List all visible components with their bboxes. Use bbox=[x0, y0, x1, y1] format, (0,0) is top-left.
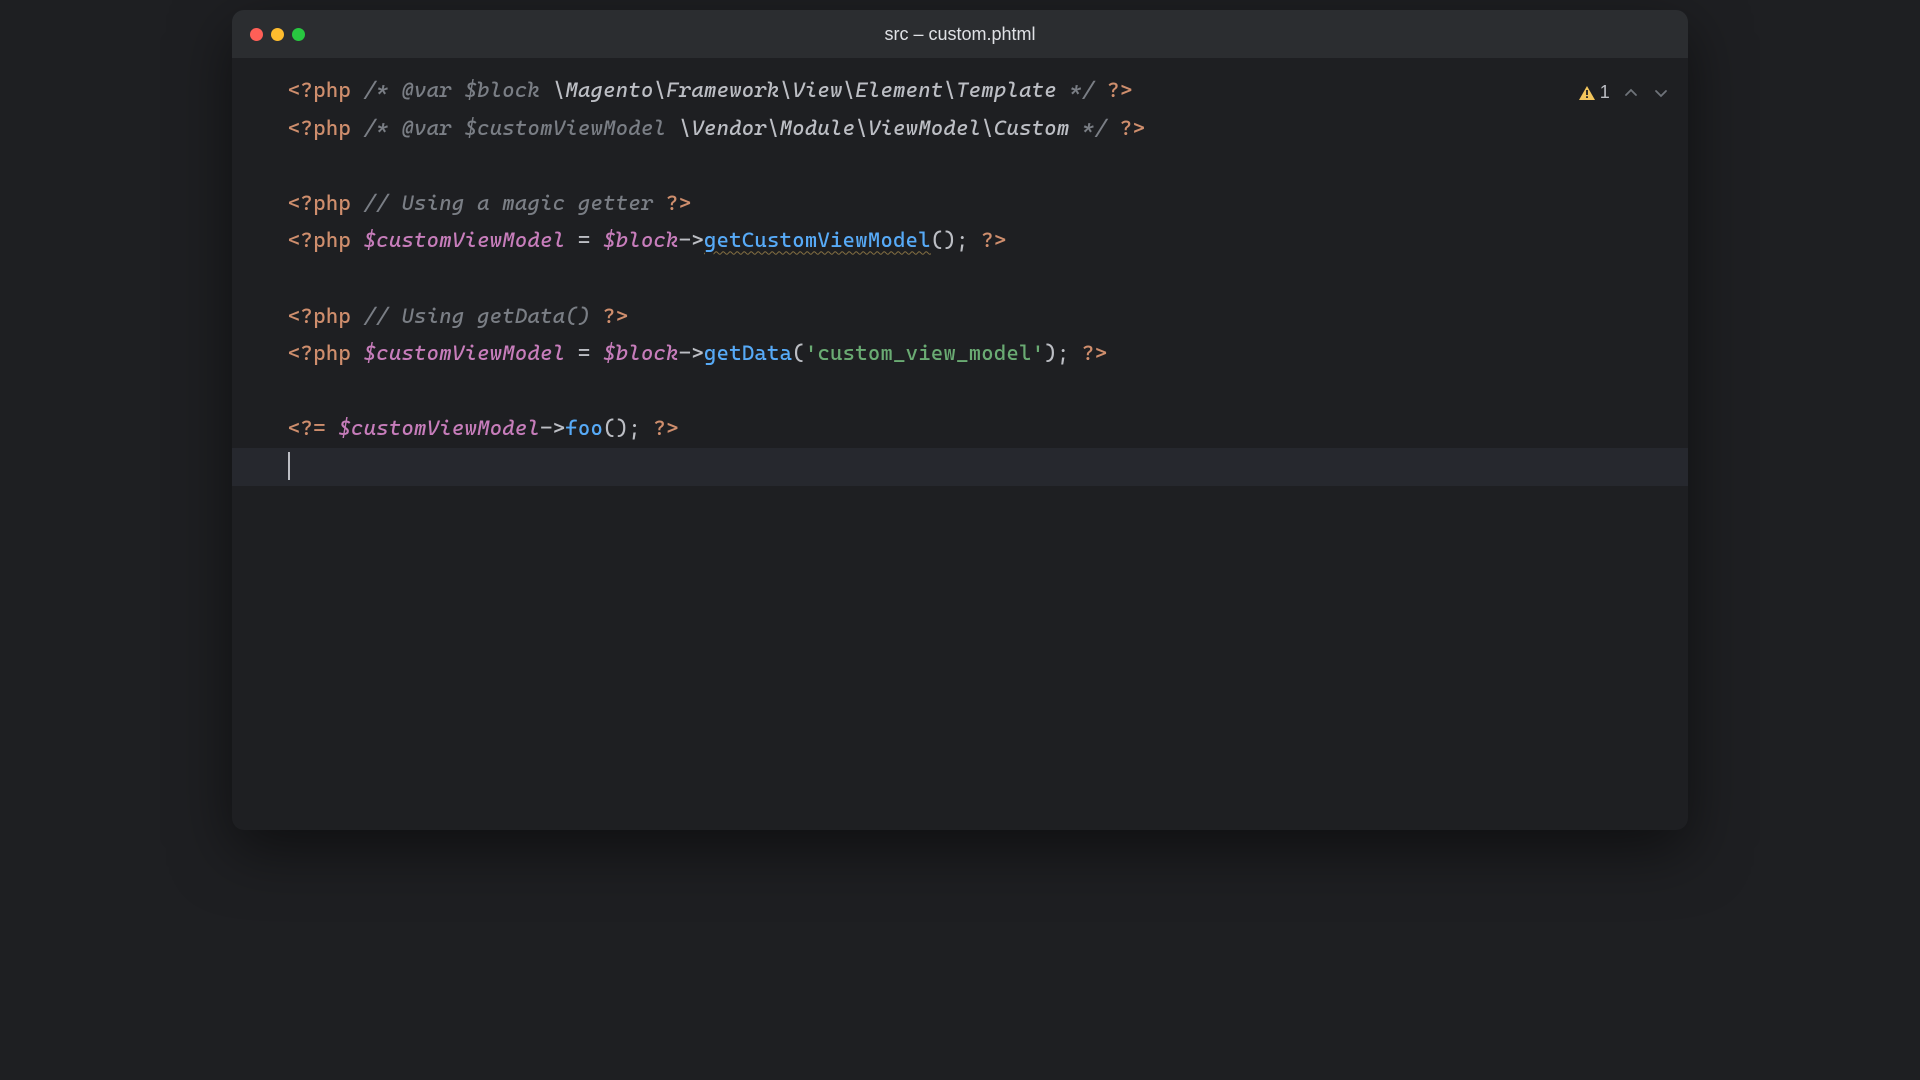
minimize-icon[interactable] bbox=[271, 28, 284, 41]
chevron-up-icon bbox=[1624, 86, 1638, 100]
warning-icon bbox=[1578, 85, 1596, 101]
code-line[interactable]: <?php /* @var $customViewModel \Vendor\M… bbox=[232, 110, 1688, 148]
code-editor[interactable]: 1 <?php /* @var $block \Magento\Framewor… bbox=[232, 58, 1688, 486]
next-highlight-button[interactable] bbox=[1652, 84, 1670, 102]
code-line[interactable]: <?php $customViewModel = $block->getCust… bbox=[232, 222, 1688, 260]
code-line[interactable] bbox=[232, 260, 1688, 298]
editor-window: src – custom.phtml 1 <?php /* @var $bloc… bbox=[232, 10, 1688, 830]
close-icon[interactable] bbox=[250, 28, 263, 41]
chevron-down-icon bbox=[1654, 86, 1668, 100]
code-line[interactable]: <?= $customViewModel->foo(); ?> bbox=[232, 410, 1688, 448]
code-line[interactable] bbox=[232, 373, 1688, 411]
maximize-icon[interactable] bbox=[292, 28, 305, 41]
code-line[interactable] bbox=[232, 147, 1688, 185]
titlebar: src – custom.phtml bbox=[232, 10, 1688, 58]
code-line[interactable]: <?php // Using a magic getter ?> bbox=[232, 185, 1688, 223]
warning-count: 1 bbox=[1600, 74, 1610, 112]
warning-badge[interactable]: 1 bbox=[1578, 74, 1610, 112]
code-line-current[interactable] bbox=[232, 448, 1688, 486]
window-controls bbox=[232, 28, 305, 41]
code-line[interactable]: <?php // Using getData() ?> bbox=[232, 298, 1688, 336]
window-title: src – custom.phtml bbox=[884, 24, 1035, 45]
code-line[interactable]: <?php /* @var $block \Magento\Framework\… bbox=[232, 72, 1688, 110]
text-cursor bbox=[288, 452, 290, 480]
inspection-widget: 1 bbox=[1578, 74, 1670, 112]
prev-highlight-button[interactable] bbox=[1622, 84, 1640, 102]
code-line[interactable]: <?php $customViewModel = $block->getData… bbox=[232, 335, 1688, 373]
